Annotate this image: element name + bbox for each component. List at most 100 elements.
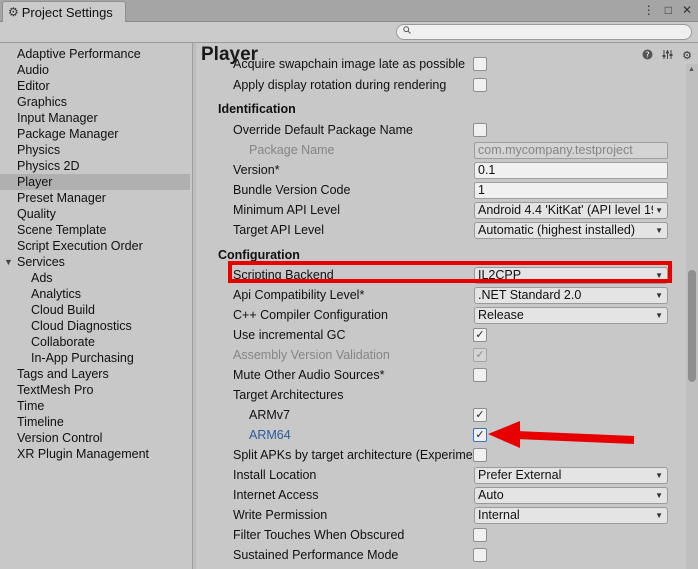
version-label: Version* <box>233 163 280 177</box>
sidebar-item-cloud-diagnostics[interactable]: Cloud Diagnostics <box>0 318 190 334</box>
sidebar-item-script-execution-order[interactable]: Script Execution Order <box>0 238 190 254</box>
scroll-up-arrow[interactable]: ▲ <box>688 66 695 73</box>
arm64-checkbox[interactable]: ✓ <box>473 428 487 442</box>
install-location-label: Install Location <box>233 468 317 482</box>
maximize-icon[interactable]: □ <box>665 3 672 17</box>
sidebar-item-tags-and-layers[interactable]: Tags and Layers <box>0 366 190 382</box>
sidebar-item-in-app-purchasing[interactable]: In-App Purchasing <box>0 350 190 366</box>
sidebar-item-audio[interactable]: Audio <box>0 62 190 78</box>
mute-other-audio-sources-checkbox[interactable] <box>473 368 487 382</box>
sidebar-item-quality[interactable]: Quality <box>0 206 190 222</box>
package-name-label: Package Name <box>249 143 335 157</box>
minimum-api-level-dropdown-value: Android 4.4 'KitKat' (API level 19) <box>478 203 653 217</box>
internet-access-label: Internet Access <box>233 488 319 502</box>
sidebar-item-label: Player <box>17 175 53 189</box>
sidebar-item-cloud-build[interactable]: Cloud Build <box>0 302 190 318</box>
sidebar-item-label: Collaborate <box>31 335 95 349</box>
sidebar-item-label: Cloud Build <box>31 303 95 317</box>
api-compatibility-level-dropdown[interactable]: .NET Standard 2.0 ▼ <box>474 287 668 304</box>
split-apks-by-target-architecture-experimental-checkbox[interactable] <box>473 448 487 462</box>
api-compatibility-level-dropdown-value: .NET Standard 2.0 <box>478 288 582 302</box>
armv7-checkbox[interactable]: ✓ <box>473 408 487 422</box>
expand-triangle-icon[interactable]: ▼ <box>4 254 13 270</box>
sidebar-item-time[interactable]: Time <box>0 398 190 414</box>
bundle-version-code-label: Bundle Version Code <box>233 183 351 197</box>
sidebar-item-services[interactable]: ▼ Services <box>0 254 190 270</box>
scrollbar-thumb[interactable] <box>688 270 696 382</box>
sustained-performance-mode-label: Sustained Performance Mode <box>233 548 399 562</box>
internet-access-dropdown[interactable]: Auto ▼ <box>474 487 668 504</box>
sidebar-item-label: Physics 2D <box>17 159 80 173</box>
svg-text:?: ? <box>646 51 650 60</box>
sidebar-item-label: Time <box>17 399 45 413</box>
sidebar-item-label: Quality <box>17 207 56 221</box>
sidebar-item-timeline[interactable]: Timeline <box>0 414 190 430</box>
settings-icon[interactable]: ⚙ <box>682 49 692 63</box>
chevron-down-icon: ▼ <box>655 226 663 235</box>
sidebar-item-label: Audio <box>17 63 49 77</box>
help-icon[interactable]: ? <box>642 49 653 63</box>
write-permission-dropdown[interactable]: Internal ▼ <box>474 507 668 524</box>
use-incremental-gc-checkbox[interactable]: ✓ <box>473 328 487 342</box>
install-location-dropdown-value: Prefer External <box>478 468 562 482</box>
target-api-level-dropdown-value: Automatic (highest installed) <box>478 223 636 237</box>
override-default-package-name-checkbox[interactable] <box>473 123 487 137</box>
menu-icon[interactable]: ⋮ <box>643 3 655 17</box>
apply-display-rotation-during-rendering-checkbox[interactable] <box>473 78 487 92</box>
section-header-identification[interactable]: Identification <box>218 102 296 116</box>
sidebar-item-adaptive-performance[interactable]: Adaptive Performance <box>0 46 190 62</box>
sidebar-item-input-manager[interactable]: Input Manager <box>0 110 190 126</box>
minimum-api-level-dropdown[interactable]: Android 4.4 'KitKat' (API level 19) ▼ <box>474 202 668 219</box>
c-compiler-configuration-dropdown[interactable]: Release ▼ <box>474 307 668 324</box>
sidebar-item-label: XR Plugin Management <box>17 447 150 461</box>
presets-icon[interactable] <box>662 49 673 63</box>
sidebar-item-label: Cloud Diagnostics <box>31 319 132 333</box>
bundle-version-code-field[interactable]: 1 <box>474 182 668 199</box>
sidebar-item-label: Script Execution Order <box>17 239 143 253</box>
armv7-label: ARMv7 <box>249 408 290 422</box>
sidebar-item-label: Adaptive Performance <box>17 47 141 61</box>
sidebar-item-collaborate[interactable]: Collaborate <box>0 334 190 350</box>
sidebar-item-physics[interactable]: Physics <box>0 142 190 158</box>
sidebar-item-version-control[interactable]: Version Control <box>0 430 190 446</box>
sidebar-item-scene-template[interactable]: Scene Template <box>0 222 190 238</box>
sidebar-item-analytics[interactable]: Analytics <box>0 286 190 302</box>
sidebar-item-xr-plugin-management[interactable]: XR Plugin Management <box>0 446 190 462</box>
search-input[interactable] <box>396 24 692 40</box>
close-icon[interactable]: ✕ <box>682 3 692 17</box>
chevron-down-icon: ▼ <box>655 311 663 320</box>
c-compiler-configuration-dropdown-value: Release <box>478 308 524 322</box>
sidebar-item-package-manager[interactable]: Package Manager <box>0 126 190 142</box>
version-field[interactable]: 0.1 <box>474 162 668 179</box>
sidebar-item-label: Physics <box>17 143 61 157</box>
install-location-dropdown[interactable]: Prefer External ▼ <box>474 467 668 484</box>
section-header-configuration[interactable]: Configuration <box>218 248 300 262</box>
sidebar-item-graphics[interactable]: Graphics <box>0 94 190 110</box>
filter-touches-when-obscured-checkbox[interactable] <box>473 528 487 542</box>
sustained-performance-mode-checkbox[interactable] <box>473 548 487 562</box>
tab-project-settings[interactable]: ⚙ Project Settings <box>2 1 126 22</box>
sidebar-item-editor[interactable]: Editor <box>0 78 190 94</box>
gear-icon: ⚙ <box>8 5 19 19</box>
sidebar-item-ads[interactable]: Ads <box>0 270 190 286</box>
sidebar-item-label: Version Control <box>17 431 103 445</box>
split-apks-by-target-architecture-experimental-label: Split APKs by target architecture (Exper… <box>233 448 472 462</box>
sidebar-item-preset-manager[interactable]: Preset Manager <box>0 190 190 206</box>
target-api-level-dropdown[interactable]: Automatic (highest installed) ▼ <box>474 222 668 239</box>
acquire-swapchain-image-late-as-possible-checkbox[interactable] <box>473 57 487 71</box>
api-compatibility-level-label: Api Compatibility Level* <box>233 288 365 302</box>
header-icons: ? ⚙ <box>642 49 692 63</box>
sidebar-item-player[interactable]: Player <box>0 174 190 190</box>
c-compiler-configuration-label: C++ Compiler Configuration <box>233 308 388 322</box>
sidebar-item-label: Editor <box>17 79 50 93</box>
title-bar: ⚙ Project Settings ⋮ □ ✕ <box>0 0 698 22</box>
sidebar-item-textmesh-pro[interactable]: TextMesh Pro <box>0 382 190 398</box>
sidebar-item-label: Graphics <box>17 95 68 109</box>
mute-other-audio-sources-label: Mute Other Audio Sources* <box>233 368 385 382</box>
sidebar-item-label: In-App Purchasing <box>31 351 134 365</box>
sidebar-item-label: Tags and Layers <box>17 367 109 381</box>
tab-title: Project Settings <box>21 4 113 20</box>
sidebar-item-physics-2d[interactable]: Physics 2D <box>0 158 190 174</box>
assembly-version-validation-label: Assembly Version Validation <box>233 348 390 362</box>
arm64-label: ARM64 <box>249 428 291 442</box>
